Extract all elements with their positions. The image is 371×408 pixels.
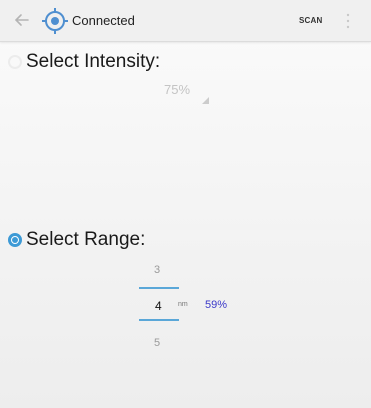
intensity-label: Select Intensity:: [26, 51, 161, 72]
range-option[interactable]: Select Range:: [8, 229, 145, 251]
range-percent: 59%: [205, 299, 228, 311]
intensity-spinner[interactable]: 75%: [164, 82, 190, 97]
page-title: Connected: [72, 13, 135, 28]
range-radio[interactable]: [8, 233, 22, 247]
picker-divider-top: [139, 287, 179, 289]
range-picker-current[interactable]: 4: [155, 299, 162, 313]
dropdown-triangle-icon: [202, 97, 209, 104]
picker-divider-bottom: [139, 319, 179, 321]
scan-button[interactable]: SCAN: [299, 16, 322, 25]
intensity-option[interactable]: Select Intensity:: [8, 51, 160, 73]
range-label: Select Range:: [26, 229, 146, 250]
overflow-menu-icon[interactable]: [345, 11, 351, 31]
range-picker-next[interactable]: 5: [154, 337, 160, 349]
intensity-radio[interactable]: [8, 55, 22, 69]
crosshair-logo-icon: [42, 8, 68, 34]
range-unit: nm: [178, 301, 188, 308]
back-arrow-icon[interactable]: [12, 10, 32, 30]
range-picker-previous[interactable]: 3: [154, 264, 160, 276]
app-toolbar: Connected SCAN: [0, 0, 371, 42]
